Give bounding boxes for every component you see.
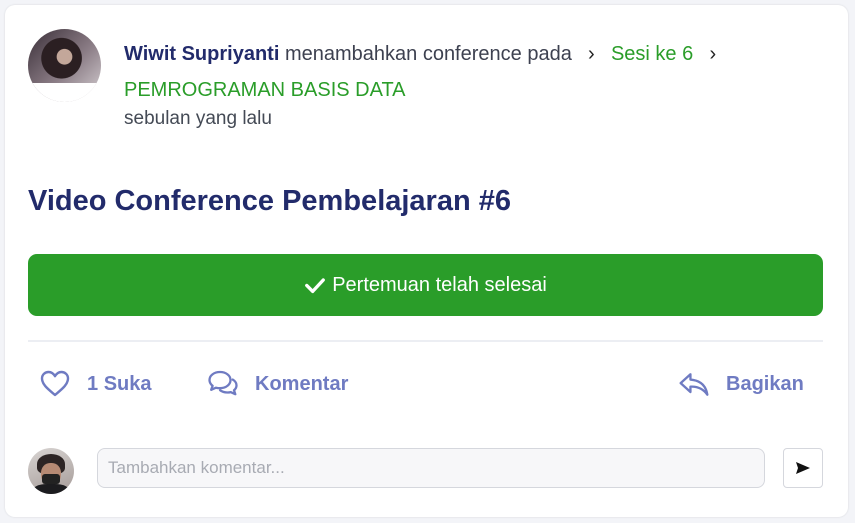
breadcrumb-course[interactable]: PEMROGRAMAN BASIS DATA — [124, 79, 406, 101]
share-label: Bagikan — [726, 372, 804, 395]
action-text: menambahkan conference pada — [284, 43, 572, 65]
current-user-avatar — [28, 448, 74, 494]
breadcrumb-session[interactable]: Sesi ke 6 — [611, 43, 693, 65]
heart-icon — [40, 370, 70, 397]
comment-input[interactable] — [97, 448, 765, 488]
comment-label: Komentar — [255, 372, 349, 395]
send-icon — [796, 462, 810, 474]
check-icon — [305, 278, 326, 294]
author-avatar[interactable] — [28, 29, 101, 102]
author-name[interactable]: Wiwit Supriyanti — [124, 43, 279, 65]
comments-icon — [208, 370, 238, 396]
avatar-mask — [28, 83, 101, 102]
like-button[interactable]: 1 Suka — [39, 366, 152, 402]
meeting-status-label: Pertemuan telah selesai — [332, 273, 547, 296]
like-count: 1 — [87, 372, 99, 395]
share-button[interactable]: Bagikan — [678, 366, 804, 402]
post-card: Wiwit Supriyanti menambahkan conference … — [5, 5, 848, 517]
divider — [28, 340, 823, 342]
post-header: Wiwit Supriyanti menambahkan conference … — [124, 36, 824, 108]
post-timestamp: sebulan yang lalu — [124, 108, 272, 129]
chevron-right-icon: › — [588, 43, 595, 65]
chevron-right-icon: › — [709, 43, 717, 65]
post-title: Video Conference Pembelajaran #6 — [28, 185, 512, 217]
share-reply-icon — [679, 373, 709, 396]
like-label: Suka — [103, 372, 152, 395]
meeting-status-button[interactable]: Pertemuan telah selesai — [28, 254, 823, 316]
send-comment-button[interactable] — [783, 448, 823, 488]
comment-button[interactable]: Komentar — [207, 366, 348, 402]
